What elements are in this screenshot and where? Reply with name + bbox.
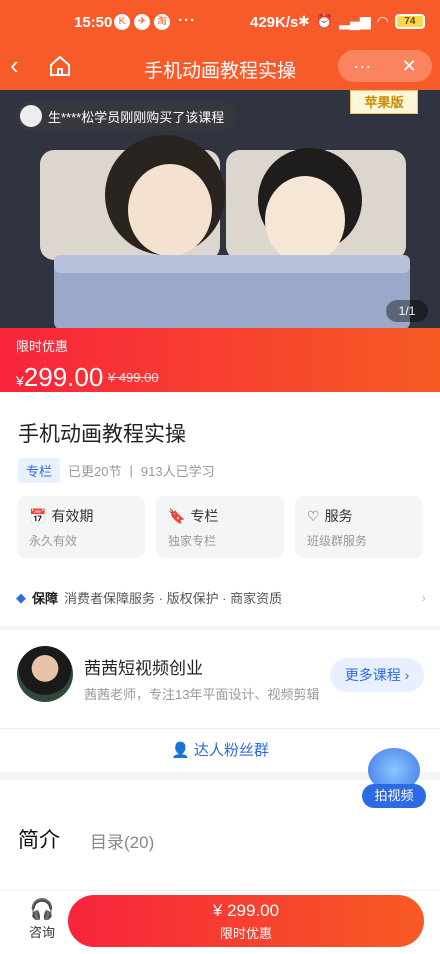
price-banner: 限时优惠 ¥299.00 ¥ 499.00: [0, 328, 440, 392]
network-speed: 429K/s: [250, 14, 299, 31]
apple-version-tag: 苹果版: [350, 90, 418, 114]
shoot-video-label: 拍视频: [362, 784, 426, 808]
app-k-icon: K: [114, 14, 130, 30]
bluetooth-icon: ✱: [298, 13, 310, 29]
buy-promo: 限时优惠: [219, 926, 272, 941]
buyer-text: 生****松学员刚刚购买了该课程: [48, 109, 225, 125]
status-right: ✱ ⏰ ▂▄▆ ◠ 74: [298, 13, 425, 30]
feature-title: 服务: [324, 508, 353, 524]
capsule-menu: ··· ✕: [338, 50, 432, 82]
top-nav: ‹ 手机动画教程实操 ··· ✕: [0, 44, 440, 90]
calendar-icon: 📅: [29, 507, 47, 524]
buy-price: ¥ 299.00: [212, 901, 280, 920]
course-cover[interactable]: 生****松学员刚刚购买了该课程 苹果版 1/1: [0, 90, 440, 330]
recent-buyer-toast: 生****松学员刚刚购买了该课程: [16, 102, 237, 130]
buyer-avatar: [20, 105, 42, 127]
course-title: 手机动画教程实操: [18, 423, 186, 446]
column-chip: 专栏: [18, 458, 61, 483]
updated-count: 已更20节: [68, 464, 122, 479]
meta-divider: |: [129, 463, 133, 478]
app-cloud-icon: ✈: [134, 14, 150, 30]
app-taobao-icon: 淘: [154, 14, 170, 30]
feature-title: 专栏: [190, 508, 219, 524]
promo-label: 限时优惠: [16, 339, 69, 354]
buy-button[interactable]: ¥ 299.00 限时优惠: [68, 895, 424, 947]
chevron-right-icon: ›: [421, 590, 426, 605]
original-price: ¥ 499.00: [108, 370, 159, 385]
bookmark-icon: 🔖: [168, 507, 186, 524]
guarantee-row[interactable]: ◆ 保障 消费者保障服务 · 版权保护 · 商家资质 ›: [16, 588, 426, 607]
feature-title: 有效期: [51, 508, 94, 524]
image-pager: 1/1: [386, 300, 428, 322]
consult-label: 咨询: [28, 925, 55, 940]
headset-icon: 🎧: [29, 899, 55, 921]
alarm-icon: ⏰: [315, 13, 334, 29]
teacher-avatar[interactable]: [17, 646, 73, 702]
user-add-icon: 👤: [171, 742, 190, 759]
feature-sub: 班级群服务: [307, 534, 368, 548]
status-time: 15:50: [74, 14, 113, 31]
shoot-video-button[interactable]: 拍视频: [362, 748, 426, 808]
bottom-bar: 🎧 咨询 ¥ 299.00 限时优惠: [0, 890, 440, 954]
feature-sub: 永久有效: [29, 534, 78, 548]
tab-intro[interactable]: 简介: [18, 824, 60, 856]
learners-count: 913人已学习: [140, 464, 215, 479]
feature-column: 🔖 专栏 独家专栏: [156, 496, 284, 558]
fan-group-label: 达人粉丝群: [193, 742, 269, 759]
feature-sub: 独家专栏: [168, 534, 217, 548]
feature-service: ♡ 服务 班级群服务: [295, 496, 423, 558]
course-info-card: 手机动画教程实操 专栏 已更20节 | 913人已学习 📅 有效期 永久有效 🔖 专…: [0, 392, 440, 626]
status-bar: 15:50 K ✈ 淘 ··· 429K/s ✱ ⏰ ▂▄▆ ◠ 74: [0, 0, 440, 44]
signal-icon: ▂▄▆: [339, 13, 371, 29]
current-price-value: 299.00: [23, 362, 104, 392]
status-app-icons: K ✈ 淘: [114, 14, 170, 30]
consult-button[interactable]: 🎧 咨询: [20, 897, 64, 941]
shield-check-icon: ◆: [16, 589, 26, 605]
close-icon[interactable]: ✕: [402, 56, 417, 77]
guarantee-label: 保障: [32, 591, 59, 606]
current-price: ¥299.00: [16, 362, 103, 393]
teacher-name[interactable]: 茜茜短视频创业: [84, 654, 203, 679]
course-meta: 专栏 已更20节 | 913人已学习: [18, 458, 215, 483]
guarantee-text: 消费者保障服务 · 版权保护 · 商家资质: [64, 591, 283, 606]
heart-icon: ♡: [307, 507, 320, 524]
battery-icon: 74: [394, 14, 425, 29]
teacher-desc: 茜茜老师，专注13年平面设计、视频剪辑: [84, 687, 320, 702]
status-more-icon: ···: [178, 12, 196, 29]
tab-catalog[interactable]: 目录(20): [90, 828, 154, 853]
currency-symbol: ¥: [16, 373, 24, 389]
more-icon[interactable]: ···: [353, 56, 371, 77]
feature-validity: 📅 有效期 永久有效: [17, 496, 145, 558]
wifi-icon: ◠: [376, 13, 389, 29]
more-courses-button[interactable]: 更多课程 ›: [330, 658, 424, 692]
